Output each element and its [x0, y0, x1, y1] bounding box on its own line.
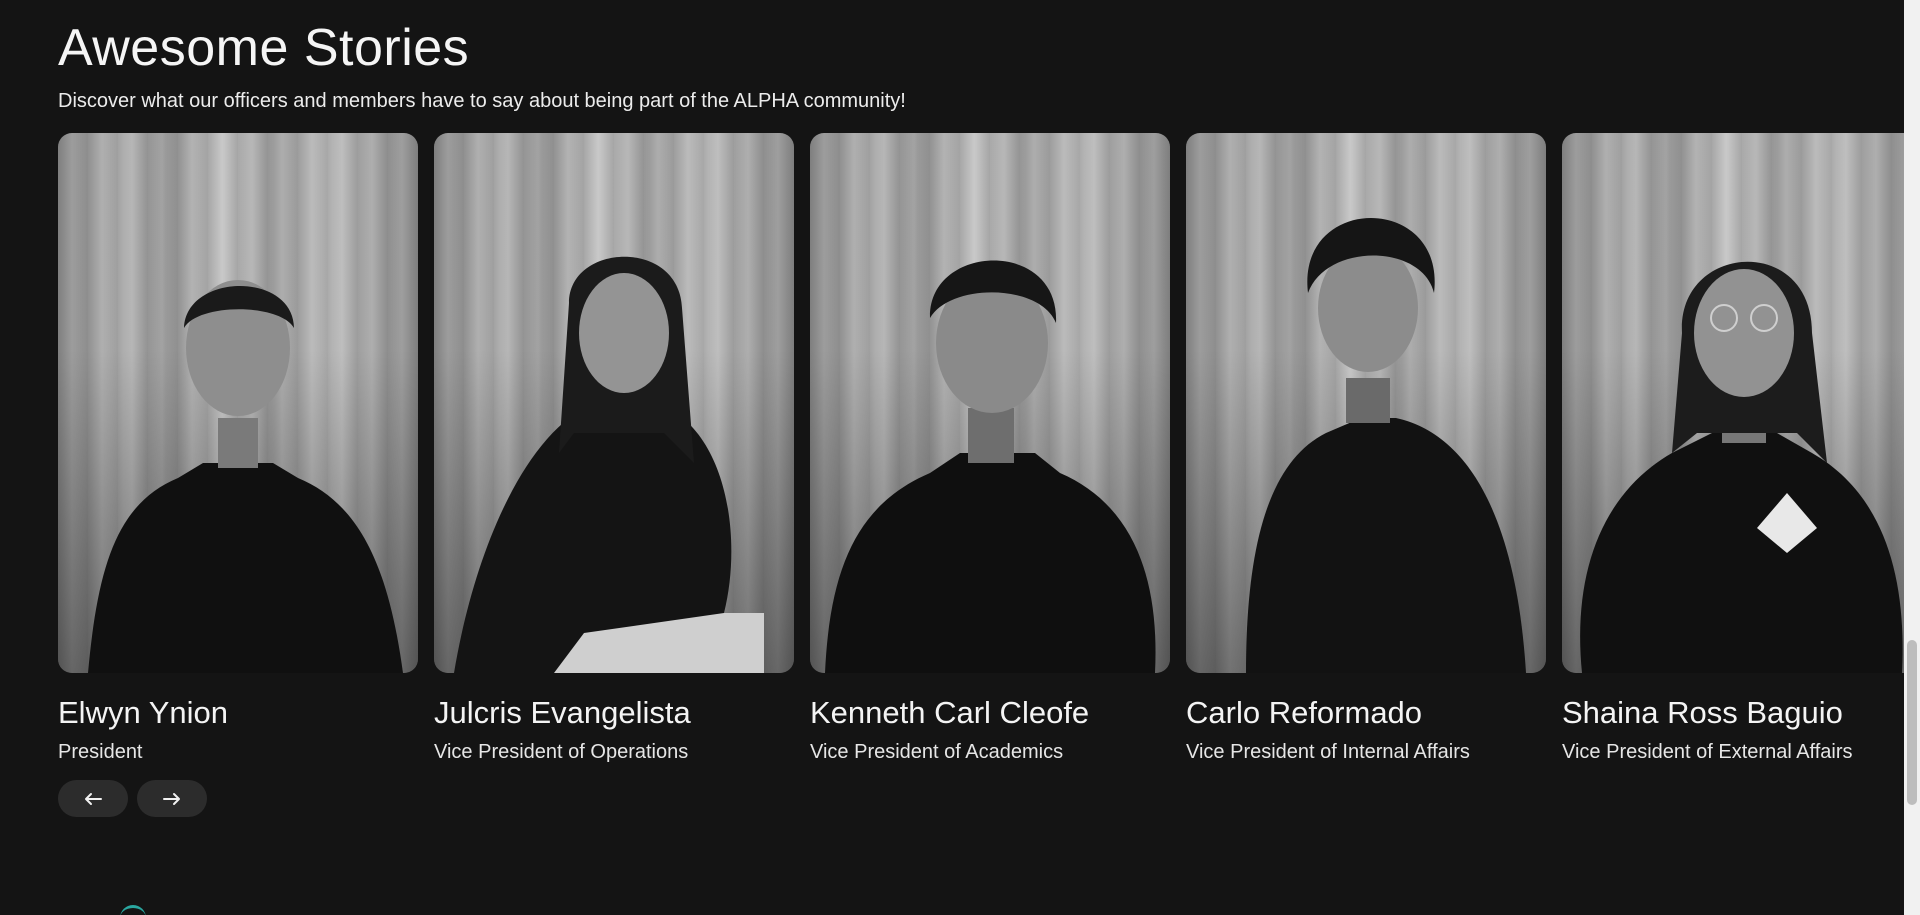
member-name: Carlo Reformado	[1186, 695, 1423, 730]
portrait-image	[1580, 261, 1903, 673]
member-name: Elwyn Ynion	[58, 695, 229, 730]
portrait-image	[454, 256, 764, 673]
member-role: Vice President of Academics	[810, 741, 1064, 763]
section-title: Awesome Stories	[58, 19, 470, 77]
footer-logo-partial	[120, 905, 146, 915]
arrow-right-icon	[163, 792, 180, 805]
member-card[interactable]: Julcris Evangelista Vice President of Op…	[434, 133, 794, 764]
portrait-image	[825, 260, 1156, 673]
awesome-stories-section: Awesome Stories Discover what our office…	[0, 0, 1920, 915]
member-card[interactable]: Carlo Reformado Vice President of Intern…	[1186, 133, 1546, 764]
member-photo	[1562, 133, 1904, 673]
page-scrollbar[interactable]	[1904, 0, 1920, 915]
member-photo	[58, 133, 418, 673]
member-name: Kenneth Carl Cleofe	[810, 695, 1090, 730]
member-name: Shaina Ross Baguio	[1562, 695, 1843, 730]
arrow-left-icon	[85, 792, 102, 805]
member-card[interactable]: Kenneth Carl Cleofe Vice President of Ac…	[810, 133, 1170, 764]
scrollbar-thumb[interactable]	[1907, 640, 1917, 805]
member-name: Julcris Evangelista	[434, 695, 691, 730]
member-role: Vice President of Internal Affairs	[1186, 741, 1470, 763]
members-carousel[interactable]: Elwyn Ynion President Julcris Evangelist…	[58, 133, 1904, 773]
member-photo	[1186, 133, 1546, 673]
member-role: Vice President of Operations	[434, 741, 689, 763]
member-role: Vice President of External Affairs	[1562, 741, 1853, 763]
carousel-controls	[58, 780, 207, 817]
member-role: President	[58, 741, 143, 763]
member-photo	[434, 133, 794, 673]
portrait-image	[88, 280, 403, 673]
member-card[interactable]: Shaina Ross Baguio Vice President of Ext…	[1562, 133, 1904, 764]
member-card[interactable]: Elwyn Ynion President	[58, 133, 418, 764]
portrait-image	[1246, 218, 1526, 673]
next-button[interactable]	[137, 780, 207, 817]
section-subtitle: Discover what our officers and members h…	[58, 90, 906, 112]
member-photo	[810, 133, 1170, 673]
carousel-track: Elwyn Ynion President Julcris Evangelist…	[58, 133, 1904, 764]
previous-button[interactable]	[58, 780, 128, 817]
